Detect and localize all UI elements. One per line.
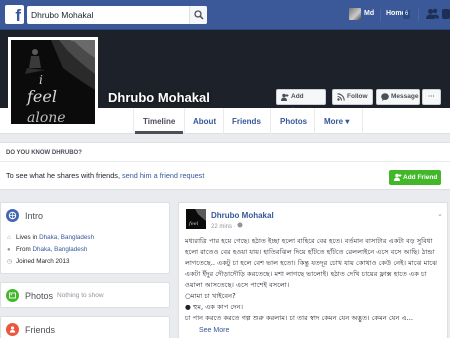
active-tab-indicator bbox=[135, 131, 183, 134]
user-name-link[interactable]: Md bbox=[364, 10, 374, 17]
search-input-value[interactable]: Dhrubo Mohakal bbox=[31, 10, 93, 20]
svg-text:alone: alone bbox=[27, 110, 66, 124]
clock-icon: ◷ bbox=[7, 259, 13, 265]
search-button[interactable] bbox=[189, 6, 207, 24]
see-more-link[interactable]: See More bbox=[199, 327, 229, 334]
from-label: From bbox=[16, 246, 31, 253]
photos-card: Photos Nothing to show bbox=[0, 282, 170, 308]
privacy-globe-icon bbox=[237, 222, 243, 228]
intro-title: Intro bbox=[25, 211, 44, 221]
messenger-icon bbox=[381, 93, 389, 101]
from-link[interactable]: Dhaka, Bangladesh bbox=[32, 246, 87, 253]
add-friend-icon bbox=[281, 93, 289, 101]
divider bbox=[270, 108, 271, 134]
intro-card: Intro ⌂ Lives in Dhaka, Bangladesh ● From … bbox=[0, 202, 170, 274]
friend-request-prompt: To see what he shares with friends, send… bbox=[6, 171, 204, 180]
friends-icon bbox=[6, 323, 19, 336]
photos-title[interactable]: Photos bbox=[25, 291, 53, 301]
top-navigation-bar: f Dhrubo Mohakal Md Home 6 bbox=[0, 0, 450, 30]
photos-icon bbox=[6, 289, 19, 302]
search-icon bbox=[194, 10, 204, 20]
divider bbox=[418, 9, 419, 21]
profile-picture-image: i feel alone bbox=[11, 40, 95, 124]
send-friend-request-link[interactable]: send him a friend request bbox=[122, 171, 204, 180]
profile-picture[interactable]: i feel alone bbox=[8, 37, 98, 127]
home-badge: 6 bbox=[403, 10, 411, 19]
post-options-chevron-icon[interactable]: ⌄ bbox=[437, 210, 443, 218]
post-timestamp[interactable]: 22 mins · bbox=[211, 222, 243, 230]
message-button[interactable]: Message bbox=[376, 89, 420, 105]
svg-text:feel: feel bbox=[26, 87, 57, 106]
do-you-know-title: DO YOU KNOW DHRUBO? bbox=[6, 150, 82, 156]
friend-requests-icon[interactable] bbox=[426, 8, 439, 20]
home-icon: ⌂ bbox=[7, 235, 11, 241]
more-options-label: ··· bbox=[428, 93, 435, 100]
timeline-post: feel Dhrubo Mohakal 22 mins · ⌄ মধ্যরাত্… bbox=[178, 202, 448, 338]
add-friend-icon bbox=[394, 173, 402, 181]
profile-name: Dhrubo Mohakal bbox=[108, 90, 210, 105]
friends-title[interactable]: Friends bbox=[25, 325, 55, 335]
photos-empty-text: Nothing to show bbox=[57, 292, 104, 299]
divider bbox=[184, 108, 185, 134]
add-friend-button[interactable]: Add Friend bbox=[276, 89, 326, 114]
intro-from: ● From Dhaka, Bangladesh bbox=[7, 246, 87, 253]
lives-in-link[interactable]: Dhaka, Bangladesh bbox=[39, 234, 94, 241]
post-timestamp-text: 22 mins · bbox=[211, 224, 238, 230]
intro-lives-in: ⌂ Lives in Dhaka, Bangladesh bbox=[7, 234, 94, 241]
tab-more[interactable]: More ▾ bbox=[324, 117, 349, 126]
post-author-name[interactable]: Dhrubo Mohakal bbox=[211, 211, 274, 220]
tab-about[interactable]: About bbox=[193, 117, 216, 126]
add-friend-green-label: Add Friend bbox=[403, 174, 438, 181]
friend-request-prompt-text: To see what he shares with friends, bbox=[6, 171, 120, 180]
divider bbox=[223, 108, 224, 134]
post-body-text: মধ্যরাত্রি পার হয়ে গেছে। হঠাত ইচ্ছা হলো… bbox=[185, 237, 438, 322]
facebook-logo[interactable]: f bbox=[5, 5, 24, 24]
lives-in-label: Lives in bbox=[16, 234, 38, 241]
tab-timeline[interactable]: Timeline bbox=[143, 117, 175, 126]
divider bbox=[314, 108, 315, 134]
divider bbox=[380, 9, 381, 21]
follow-button[interactable]: Follow bbox=[332, 89, 373, 105]
tab-friends[interactable]: Friends bbox=[232, 117, 261, 126]
divider bbox=[362, 108, 363, 134]
joined-label: Joined March 2013 bbox=[16, 258, 70, 265]
do-you-know-card: DO YOU KNOW DHRUBO? To see what he share… bbox=[0, 142, 450, 190]
more-options-button[interactable]: ··· bbox=[422, 89, 441, 105]
divider bbox=[0, 161, 450, 162]
divider bbox=[133, 108, 134, 134]
message-label: Message bbox=[391, 93, 419, 100]
post-author-avatar[interactable]: feel bbox=[186, 209, 206, 229]
globe-icon bbox=[6, 209, 19, 222]
location-pin-icon: ● bbox=[7, 247, 11, 253]
follow-label: Follow bbox=[347, 93, 368, 100]
svg-text:i: i bbox=[39, 73, 43, 87]
messages-icon[interactable] bbox=[442, 8, 450, 20]
user-avatar[interactable] bbox=[349, 8, 361, 20]
svg-text:feel: feel bbox=[188, 221, 199, 227]
friends-card: Friends bbox=[0, 316, 170, 338]
search-input[interactable]: Dhrubo Mohakal bbox=[27, 6, 207, 24]
rss-icon bbox=[337, 93, 345, 101]
intro-joined: ◷ Joined March 2013 bbox=[7, 258, 70, 265]
add-friend-green-button[interactable]: Add Friend bbox=[389, 170, 441, 185]
tab-photos[interactable]: Photos bbox=[280, 117, 307, 126]
